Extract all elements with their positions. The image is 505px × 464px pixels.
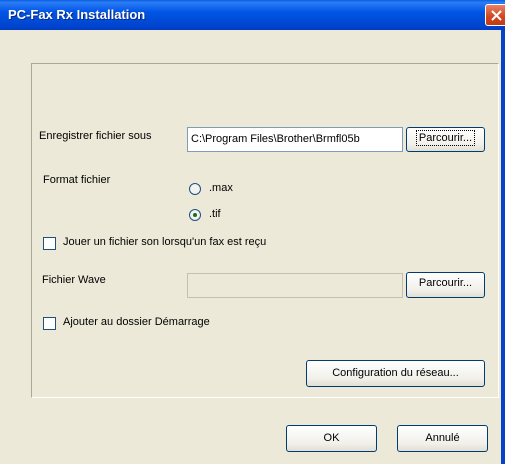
format-max-radio[interactable]: [189, 183, 201, 195]
network-config-label: Configuration du réseau...: [332, 367, 459, 379]
ok-label: OK: [323, 432, 340, 444]
close-icon: [491, 10, 502, 21]
radio-selected-dot: [193, 213, 197, 217]
network-config-button[interactable]: Configuration du réseau...: [306, 360, 485, 387]
format-tif-label: .tif: [209, 208, 221, 220]
window-title: PC-Fax Rx Installation: [8, 7, 146, 22]
play-sound-label: Jouer un fichier son lorsqu'un fax est r…: [63, 236, 267, 248]
save-as-label: Enregistrer fichier sous: [39, 130, 152, 142]
add-startup-label: Ajouter au dossier Démarrage: [63, 316, 210, 328]
wave-browse-label: Parcourir...: [418, 277, 473, 289]
wave-file-field[interactable]: [187, 273, 403, 298]
save-browse-label: Parcourir...: [415, 130, 476, 146]
format-max-label: .max: [209, 182, 233, 194]
cancel-button[interactable]: Annulé: [397, 425, 488, 452]
add-startup-checkbox[interactable]: [43, 317, 56, 330]
play-sound-checkbox[interactable]: [43, 237, 56, 250]
format-tif-radio[interactable]: [189, 209, 201, 221]
save-path-value: C:\Program Files\Brother\Brmfl05b: [191, 133, 360, 145]
wave-file-label: Fichier Wave: [42, 274, 106, 286]
close-button[interactable]: [485, 4, 505, 26]
save-browse-button[interactable]: Parcourir...: [406, 127, 485, 152]
pcfax-rx-dialog: PC-Fax Rx Installation Enregistrer fichi…: [0, 0, 505, 464]
cancel-label: Annulé: [425, 432, 460, 444]
settings-panel: [31, 63, 499, 398]
save-path-field[interactable]: C:\Program Files\Brother\Brmfl05b: [187, 127, 403, 152]
title-bar[interactable]: PC-Fax Rx Installation: [0, 0, 505, 30]
wave-browse-button[interactable]: Parcourir...: [406, 272, 485, 298]
ok-button[interactable]: OK: [286, 425, 377, 452]
format-label: Format fichier: [43, 174, 111, 186]
